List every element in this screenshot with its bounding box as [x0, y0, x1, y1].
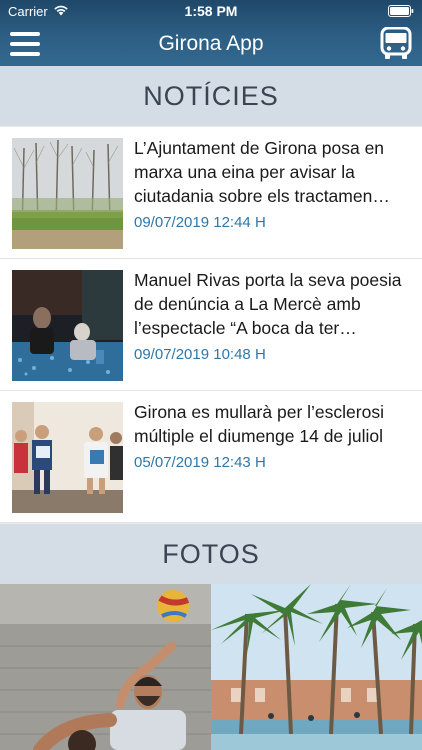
news-title: Manuel Rivas porta la seva poesia de den… — [134, 270, 402, 338]
app-title: Girona App — [158, 32, 264, 55]
battery-icon — [388, 5, 414, 17]
photo-tile[interactable] — [0, 584, 211, 750]
news-date: 09/07/2019 12:44 H — [134, 214, 266, 231]
news-item[interactable]: L’Ajuntament de Girona posa en marxa una… — [0, 127, 422, 259]
news-thumbnail — [12, 138, 123, 249]
photo-grid — [0, 584, 422, 750]
news-item[interactable]: Girona es mullarà per l’esclerosi múltip… — [0, 391, 422, 523]
nav-bar: Girona App — [0, 22, 422, 66]
news-thumbnail — [12, 270, 123, 381]
news-thumbnail — [12, 402, 123, 513]
news-section-title: NOTÍCIES — [0, 66, 422, 126]
status-time: 1:58 PM — [184, 3, 238, 19]
top-bar: Carrier 1:58 PM Girona App — [0, 0, 422, 66]
bus-icon[interactable] — [380, 27, 412, 61]
news-date: 05/07/2019 12:43 H — [134, 454, 266, 471]
news-item[interactable]: Manuel Rivas porta la seva poesia de den… — [0, 259, 422, 391]
news-title: L’Ajuntament de Girona posa en marxa una… — [134, 138, 390, 206]
news-title: Girona es mullarà per l’esclerosi múltip… — [134, 402, 384, 446]
news-list: L’Ajuntament de Girona posa en marxa una… — [0, 127, 422, 523]
status-bar: Carrier 1:58 PM — [0, 0, 422, 22]
news-date: 09/07/2019 10:48 H — [134, 346, 266, 363]
photos-section-title: FOTOS — [0, 524, 422, 584]
photo-tile[interactable] — [211, 584, 422, 750]
